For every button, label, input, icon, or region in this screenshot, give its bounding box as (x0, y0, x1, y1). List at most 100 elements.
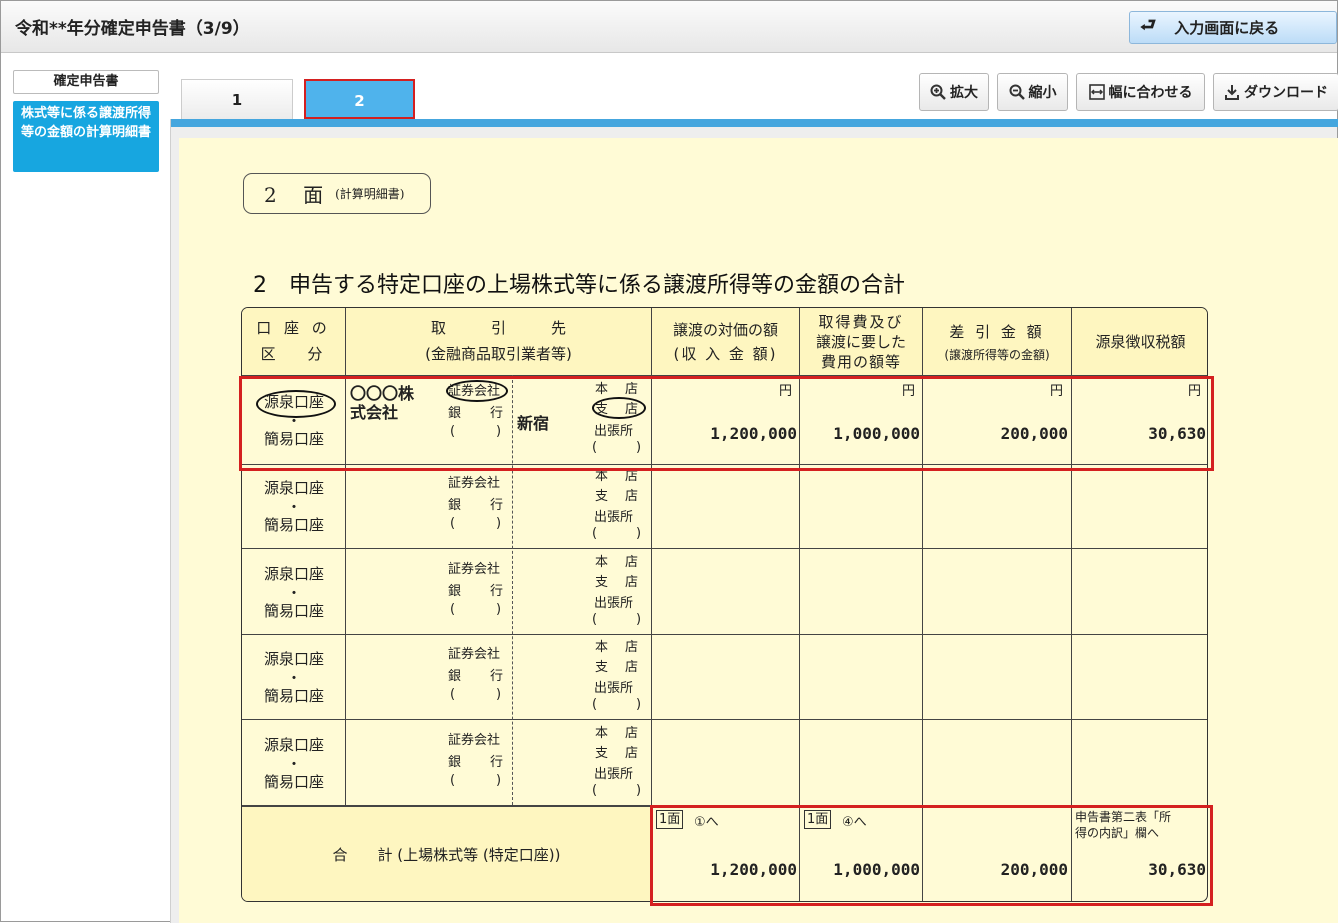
table-rule (242, 548, 1207, 549)
row5-branch-main-1: 本 (595, 726, 609, 741)
download-icon (1225, 85, 1239, 100)
row2-account-gensen: 源泉口座 (263, 479, 324, 497)
row5-branch-branch-1: 支 (595, 746, 609, 761)
row4-branch-branch-2: 店 (625, 660, 639, 675)
page-side-label: 2 面 (264, 183, 334, 207)
return-arrow-icon: ⮐ (1140, 14, 1157, 36)
header-counterparty-1: 取 引 先 (430, 319, 566, 337)
highlight-totals (650, 805, 1213, 906)
row3-firm-bank-2: 行 (490, 584, 504, 599)
header-cost-1: 取得費及び (818, 313, 904, 331)
row5-branch-paren-close: ) (636, 783, 642, 798)
row5-branch-branch-2: 店 (625, 746, 639, 761)
back-to-input-label: 入力画面に戻る (1174, 19, 1280, 37)
header-withholding-tax: 源泉徴収税額 (1095, 333, 1186, 351)
row2-firm-paren-open: ( (450, 516, 456, 531)
row5-firm-securities: 証券会社 (448, 733, 501, 748)
row3-branch-branch-2: 店 (625, 575, 639, 590)
row3-account-kan-i: 簡易口座 (263, 602, 324, 620)
row2-account-kan-i: 簡易口座 (263, 516, 324, 534)
download-label: ダウンロード (1244, 85, 1328, 101)
row2-account-dot: ・ (286, 498, 302, 516)
row4-branch-main-1: 本 (595, 640, 609, 655)
row4-account-dot: ・ (286, 669, 302, 687)
row2-branch-branch-1: 支 (595, 489, 609, 504)
row2-branch-paren-close: ) (636, 526, 642, 541)
header-cost-2: 譲渡に要した (815, 333, 906, 351)
header-account-type-1: 口 座 の (256, 319, 331, 337)
row3-branch-branch-1: 支 (595, 575, 609, 590)
row4-account-gensen: 源泉口座 (263, 650, 324, 668)
row4-account-kan-i: 簡易口座 (263, 687, 324, 705)
row5-branch-office: 出張所 (594, 767, 634, 782)
row4-firm-bank-1: 銀 (448, 669, 462, 684)
row4-firm-securities: 証券会社 (448, 647, 501, 662)
row4-branch-paren-close: ) (636, 697, 642, 712)
fit-width-button[interactable]: 幅に合わせる (1076, 73, 1205, 111)
row3-account-dot: ・ (286, 584, 302, 602)
header-account-type-2: 区 分 (260, 345, 327, 363)
row4-branch-main-2: 店 (625, 640, 639, 655)
row3-branch-main-1: 本 (595, 555, 609, 570)
total-label: 合 計 (上場株式等 (特定口座)) (332, 846, 561, 864)
table-rule (242, 719, 1207, 720)
row3-branch-main-2: 店 (625, 555, 639, 570)
zoom-out-icon (1009, 84, 1025, 100)
section-heading: 2 申告する特定口座の上場株式等に係る譲渡所得等の金額の合計 (253, 273, 905, 298)
row4-branch-office: 出張所 (594, 681, 634, 696)
fit-width-label: 幅に合わせる (1108, 85, 1193, 101)
row4-firm-paren-open: ( (450, 687, 456, 702)
zoom-out-button[interactable]: 縮小 (997, 73, 1068, 111)
zoom-out-label: 縮小 (1028, 85, 1057, 101)
zoom-in-button[interactable]: 拡大 (919, 73, 989, 111)
zoom-in-label: 拡大 (950, 85, 978, 101)
row4-branch-branch-1: 支 (595, 660, 609, 675)
tab-page-2[interactable]: 2 (304, 79, 415, 119)
header-diff-2: (譲渡所得等の金額) (944, 348, 1050, 362)
row3-branch-paren-close: ) (636, 612, 642, 627)
row4-branch-paren-open: ( (592, 697, 598, 712)
page-side-badge: 2 面 (計算明細書) (243, 173, 431, 214)
row2-firm-bank-1: 銀 (448, 498, 462, 513)
row5-branch-paren-open: ( (592, 783, 598, 798)
row2-firm-bank-2: 行 (490, 498, 504, 513)
row2-firm-paren-close: ) (496, 516, 502, 531)
row5-firm-paren-close: ) (496, 773, 502, 788)
row3-firm-securities: 証券会社 (448, 562, 501, 577)
header-counterparty-2: (金融商品取引業者等) (425, 345, 572, 363)
row3-firm-paren-open: ( (450, 602, 456, 617)
row3-firm-paren-close: ) (496, 602, 502, 617)
download-button[interactable]: ダウンロード (1213, 73, 1338, 111)
header-cost-3: 費用の額等 (820, 353, 901, 371)
row5-firm-paren-open: ( (450, 773, 456, 788)
row4-firm-paren-close: ) (496, 687, 502, 702)
row3-branch-office: 出張所 (594, 596, 634, 611)
highlight-row1 (239, 376, 1214, 471)
tab-underline (171, 119, 1338, 127)
back-to-input-button[interactable]: ⮐ 入力画面に戻る (1129, 11, 1337, 44)
zoom-in-icon (930, 84, 946, 100)
row5-account-gensen: 源泉口座 (263, 736, 324, 754)
row5-firm-bank-2: 行 (490, 755, 504, 770)
page-title: 令和**年分確定申告書（3/9） (15, 19, 250, 39)
fit-width-icon (1088, 84, 1105, 100)
row2-firm-securities: 証券会社 (448, 476, 501, 491)
row5-account-kan-i: 簡易口座 (263, 773, 324, 791)
nav-section-title[interactable]: 確定申告書 (13, 70, 159, 94)
tab-page-1[interactable]: 1 (181, 79, 293, 119)
row5-branch-main-2: 店 (625, 726, 639, 741)
row3-firm-bank-1: 銀 (448, 584, 462, 599)
row4-firm-bank-2: 行 (490, 669, 504, 684)
row2-branch-office: 出張所 (594, 510, 634, 525)
nav-item-stock-transfer[interactable]: 株式等に係る譲渡所得等の金額の計算明細書 (13, 101, 159, 172)
row5-firm-bank-1: 銀 (448, 755, 462, 770)
row2-branch-branch-2: 店 (625, 489, 639, 504)
header-diff-1: 差 引 金 額 (949, 323, 1045, 341)
header-proceeds-1: 譲渡の対価の額 (672, 321, 778, 339)
page-side-sublabel: (計算明細書) (335, 187, 405, 201)
row5-account-dot: ・ (286, 755, 302, 773)
table-rule (242, 634, 1207, 635)
row3-branch-paren-open: ( (592, 612, 598, 627)
row2-branch-paren-open: ( (592, 526, 598, 541)
header-proceeds-2: (収 入 金 額) (673, 345, 778, 363)
